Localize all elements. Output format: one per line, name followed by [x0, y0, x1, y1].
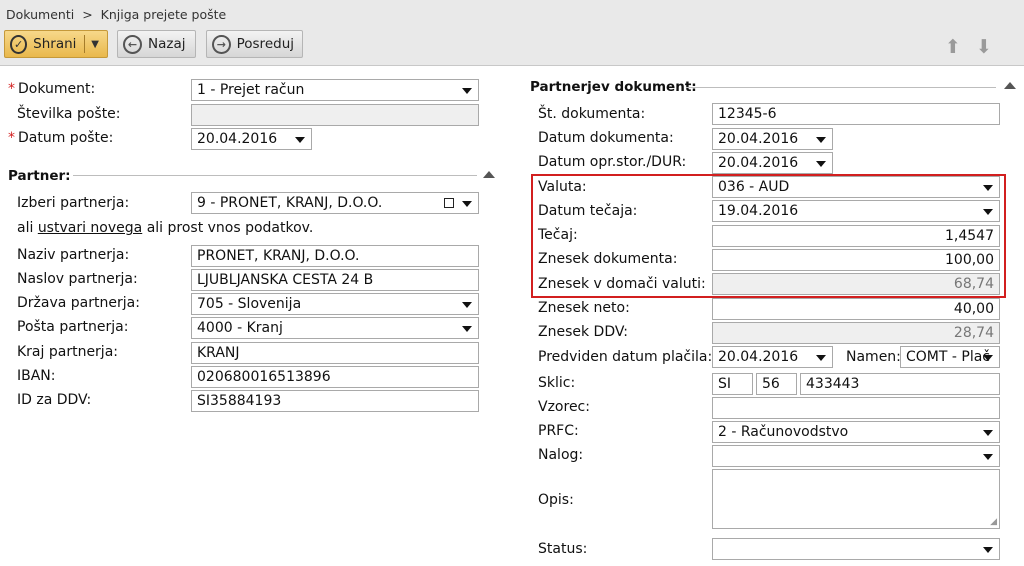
namen-select[interactable]: COMT - Plač — [900, 346, 1000, 368]
st-dokumenta-label: Št. dokumenta: — [538, 106, 646, 122]
collapse-up-icon[interactable] — [1004, 82, 1016, 89]
nalog-label: Nalog: — [538, 447, 584, 463]
predviden-datum-select[interactable]: 20.04.2016 — [712, 346, 833, 368]
datum-select[interactable]: 20.04.2016 — [191, 128, 312, 150]
required-marker: * — [8, 81, 15, 97]
znesek-neto-label: Znesek neto: — [538, 300, 630, 316]
naziv-label: Naziv partnerja: — [17, 247, 130, 263]
back-label: Nazaj — [148, 36, 186, 52]
naslov-label: Naslov partnerja: — [17, 271, 138, 287]
znesek-ddv-label: Znesek DDV: — [538, 324, 629, 340]
znesek-ddv-field: 28,74 — [712, 322, 1000, 344]
ddv-field[interactable]: SI35884193 — [191, 390, 479, 412]
vzorec-label: Vzorec: — [538, 399, 590, 415]
save-button[interactable]: ✓ Shrani ▼ — [4, 30, 108, 58]
partner-document-section-title: Partnerjev dokument: — [530, 79, 697, 95]
drzava-select[interactable]: 705 - Slovenija — [191, 293, 479, 315]
predviden-datum-label: Predviden datum plačila: — [538, 349, 713, 365]
datum-opr-select[interactable]: 20.04.2016 — [712, 152, 833, 174]
required-marker: * — [8, 130, 15, 146]
naslov-field[interactable]: LJUBLJANSKA CESTA 24 B — [191, 269, 479, 291]
kraj-label: Kraj partnerja: — [17, 344, 118, 360]
arrow-down-icon[interactable]: ⬇ — [974, 37, 994, 57]
stevilka-label: Številka pošte: — [17, 106, 121, 122]
arrow-up-icon[interactable]: ⬆ — [943, 37, 963, 57]
ddv-label: ID za DDV: — [17, 392, 92, 408]
sklic-control-field[interactable]: 56 — [756, 373, 797, 395]
status-label: Status: — [538, 541, 588, 557]
partner-select-value: 9 - PRONET, KRANJ, D.O.O. — [197, 195, 383, 211]
check-icon: ✓ — [10, 34, 28, 54]
namen-label: Namen: — [846, 349, 901, 365]
arrow-right-icon: → — [212, 34, 231, 54]
back-button[interactable]: ← Nazaj — [117, 30, 196, 58]
chevron-down-icon[interactable]: ▼ — [91, 39, 99, 50]
prfc-select[interactable]: 2 - Računovodstvo — [712, 421, 1000, 443]
nalog-select[interactable] — [712, 445, 1000, 467]
opis-textarea[interactable]: ◢ — [712, 469, 1000, 529]
status-select[interactable] — [712, 538, 1000, 560]
breadcrumb-documents[interactable]: Dokumenti — [6, 7, 74, 22]
iban-field[interactable]: 020680016513896 — [191, 366, 479, 388]
toolbar: Dokumenti > Knjiga prejete pošte ✓ Shran… — [0, 0, 1024, 66]
resize-handle-icon[interactable]: ◢ — [990, 517, 997, 527]
partner-hint: ali ustvari novega ali prost vnos podatk… — [17, 220, 314, 236]
datum-opr-label: Datum opr.stor./DUR: — [538, 154, 687, 170]
save-label: Shrani — [33, 36, 77, 52]
izberi-label: Izberi partnerja: — [17, 195, 130, 211]
breadcrumb-separator: > — [82, 7, 93, 22]
posta-label: Pošta partnerja: — [17, 319, 129, 335]
znesek-neto-field[interactable]: 40,00 — [712, 298, 1000, 320]
drzava-label: Država partnerja: — [17, 295, 140, 311]
kraj-field[interactable]: KRANJ — [191, 342, 479, 364]
collapse-up-icon[interactable] — [483, 171, 495, 178]
sklic-model-field[interactable]: SI — [712, 373, 753, 395]
save-divider — [84, 35, 86, 53]
vzorec-field[interactable] — [712, 397, 1000, 419]
stevilka-field[interactable] — [191, 104, 479, 126]
partner-document-section-divider — [686, 87, 996, 88]
st-dokumenta-field[interactable]: 12345-6 — [712, 103, 1000, 125]
dokument-select[interactable]: 1 - Prejet račun — [191, 79, 479, 101]
window-icon[interactable] — [444, 198, 454, 208]
partner-select[interactable]: 9 - PRONET, KRANJ, D.O.O. — [191, 192, 479, 214]
posta-select[interactable]: 4000 - Kranj — [191, 317, 479, 339]
breadcrumb: Dokumenti > Knjiga prejete pošte — [6, 7, 230, 22]
datum-label: * Datum pošte: — [8, 130, 114, 146]
highlight-box — [531, 174, 1006, 298]
prfc-label: PRFC: — [538, 423, 579, 439]
partner-section-title: Partner: — [8, 168, 71, 184]
forward-label: Posreduj — [236, 36, 294, 52]
dokument-label: * Dokument: — [8, 81, 96, 97]
forward-button[interactable]: → Posreduj — [206, 30, 303, 58]
opis-label: Opis: — [538, 492, 574, 508]
partner-section-divider — [73, 175, 477, 176]
datum-dokumenta-select[interactable]: 20.04.2016 — [712, 128, 833, 150]
sklic-number-field[interactable]: 433443 — [800, 373, 1000, 395]
breadcrumb-current: Knjiga prejete pošte — [100, 7, 227, 22]
arrow-left-icon: ← — [123, 34, 142, 54]
datum-dokumenta-label: Datum dokumenta: — [538, 130, 674, 146]
naziv-field[interactable]: PRONET, KRANJ, D.O.O. — [191, 245, 479, 267]
iban-label: IBAN: — [17, 368, 56, 384]
create-new-link[interactable]: ustvari novega — [38, 220, 142, 236]
sklic-label: Sklic: — [538, 375, 576, 391]
